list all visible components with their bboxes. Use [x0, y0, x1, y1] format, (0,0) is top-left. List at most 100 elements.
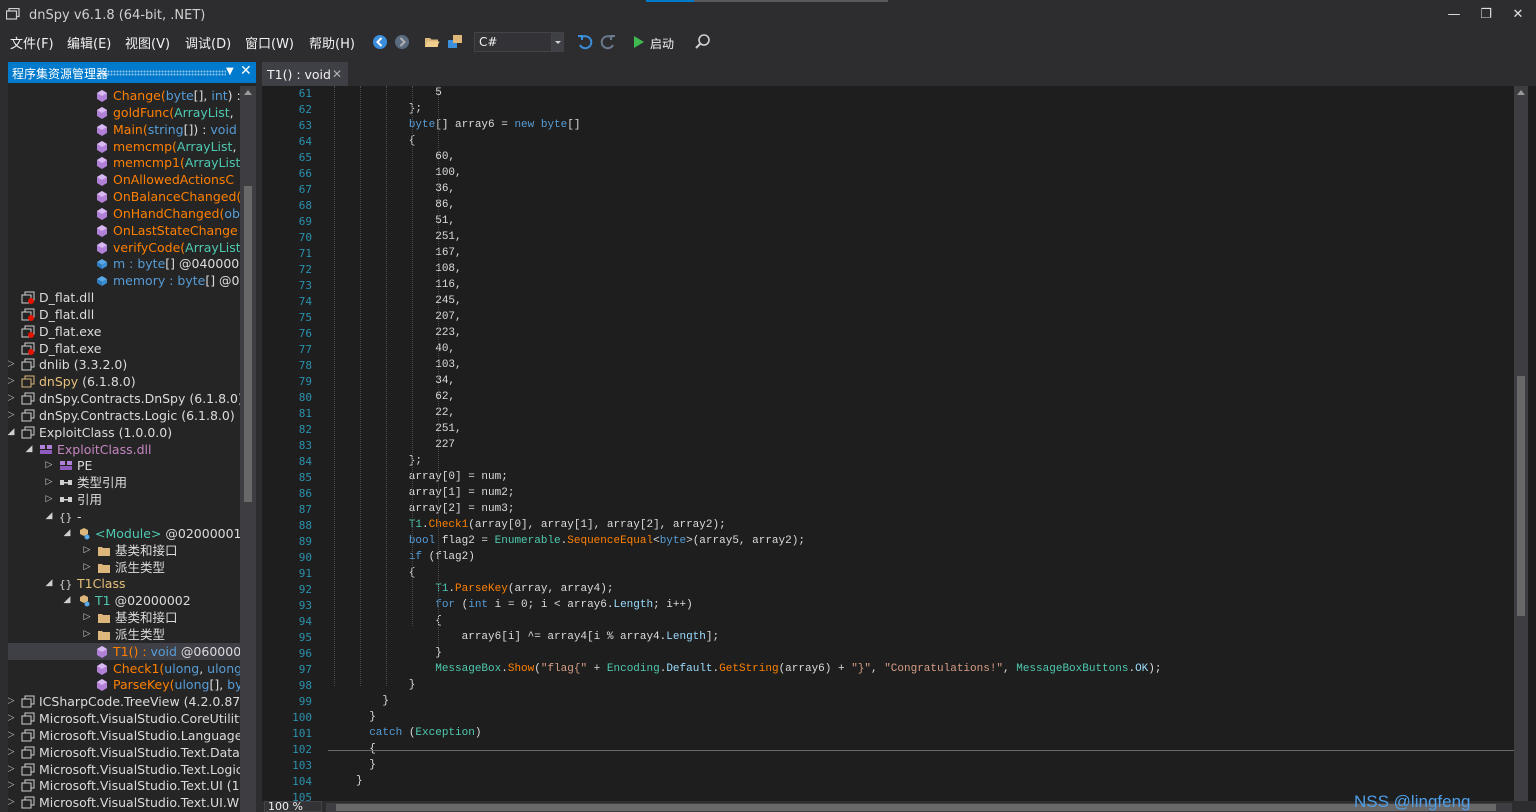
editor-scrollbar[interactable] — [1514, 86, 1528, 801]
search-icon[interactable] — [694, 33, 712, 51]
tree-item[interactable]: ◢ ExploitClass (1.0.0.0) — [8, 424, 242, 441]
tree-item[interactable]: D_flat.dll — [8, 306, 242, 323]
tree-item[interactable]: ▷ 引用 — [8, 491, 242, 508]
code-line[interactable]: 116, — [356, 279, 461, 291]
tree-item[interactable]: ▷ Microsoft.VisualStudio.Language — [8, 727, 242, 744]
code-line[interactable]: 207, — [356, 311, 461, 323]
expand-arrow-icon[interactable]: ▷ — [82, 542, 92, 559]
tree-item[interactable]: ◢ {} - — [8, 508, 242, 525]
collapse-arrow-icon[interactable]: ◢ — [8, 424, 16, 441]
undo-icon[interactable] — [576, 33, 594, 51]
code-line[interactable]: 103, — [356, 359, 461, 371]
tree-item[interactable]: ▷ 派生类型 — [8, 626, 242, 643]
horizontal-scroll-thumb[interactable] — [336, 804, 1496, 811]
code-line[interactable]: if (flag2) — [356, 551, 475, 563]
open-folder-icon[interactable] — [423, 33, 441, 51]
code-line[interactable]: 100, — [356, 167, 461, 179]
tree-item[interactable]: ▷ Microsoft.VisualStudio.Text.UI.W — [8, 794, 242, 811]
close-window-button[interactable]: ✕ — [1508, 5, 1528, 25]
code-line[interactable]: { — [356, 743, 376, 755]
drag-grip[interactable] — [98, 70, 226, 76]
tree-item[interactable]: ▷ 基类和接口 — [8, 609, 242, 626]
tree-item[interactable]: ▷ dnSpy.Contracts.Logic (6.1.8.0) — [8, 407, 242, 424]
code-line[interactable]: bool flag2 = Enumerable.SequenceEqual<by… — [356, 535, 805, 547]
code-editor[interactable]: 61 5 62 }; 63 byte[] array6 = new byte[] 64… — [262, 86, 1536, 801]
tree-item[interactable]: OnAllowedActionsC — [8, 171, 242, 188]
tree-item[interactable]: ▷ dnlib (3.3.2.0) — [8, 356, 242, 373]
tree-item[interactable]: memcmp(ArrayList, — [8, 138, 242, 155]
expand-arrow-icon[interactable]: ▷ — [44, 491, 54, 508]
expand-arrow-icon[interactable]: ▷ — [8, 390, 16, 407]
redo-icon[interactable] — [599, 33, 617, 51]
scroll-up-icon[interactable] — [244, 90, 252, 95]
assembly-tree[interactable]: Change(byte[], int) : goldFunc(ArrayList,… — [8, 87, 242, 812]
expand-arrow-icon[interactable]: ▷ — [8, 761, 16, 778]
tree-item[interactable]: ▷ Microsoft.VisualStudio.CoreUtility — [8, 710, 242, 727]
tab-t1-void[interactable]: T1() : void ✕ — [262, 62, 348, 86]
tree-item[interactable]: ◢ ExploitClass.dll — [8, 441, 242, 458]
code-line[interactable]: 40, — [356, 343, 455, 355]
menu-help[interactable]: 帮助(H) — [309, 33, 355, 52]
code-line[interactable]: 108, — [356, 263, 461, 275]
code-line[interactable]: } — [356, 759, 376, 771]
expand-arrow-icon[interactable]: ▷ — [8, 710, 16, 727]
expand-arrow-icon[interactable]: ▷ — [8, 356, 16, 373]
expand-arrow-icon[interactable]: ▷ — [44, 474, 54, 491]
code-line[interactable]: for (int i = 0; i < array6.Length; i++) — [356, 599, 692, 611]
language-select[interactable]: C# — [474, 32, 564, 52]
tree-item[interactable]: m : byte[] @0400000 — [8, 255, 242, 272]
code-line[interactable]: array6[i] ^= array4[i % array4.Length]; — [356, 631, 719, 643]
code-line[interactable]: MessageBox.Show("flag{" + Encoding.Defau… — [356, 663, 1161, 675]
tree-item[interactable]: ▷ Microsoft.VisualStudio.Text.Logic — [8, 761, 242, 778]
code-line[interactable]: } — [356, 711, 376, 723]
pane-menu-icon[interactable]: ▼ — [226, 66, 234, 77]
code-line[interactable]: 86, — [356, 199, 455, 211]
tree-item[interactable]: OnLastStateChange — [8, 222, 242, 239]
code-line[interactable]: catch (Exception) — [356, 727, 481, 739]
tree-item[interactable]: ▷ Microsoft.VisualStudio.Text.Data — [8, 744, 242, 761]
tree-item[interactable]: ▷ ICSharpCode.TreeView (4.2.0.875 — [8, 693, 242, 710]
code-line[interactable]: } — [356, 695, 389, 707]
start-button[interactable]: 启动 — [650, 35, 674, 52]
menu-edit[interactable]: 编辑(E) — [67, 33, 111, 52]
editor-scroll-thumb[interactable] — [1517, 376, 1525, 616]
tree-item[interactable]: Change(byte[], int) : — [8, 87, 242, 104]
tree-item[interactable]: ▷ dnSpy.Contracts.DnSpy (6.1.8.0) — [8, 390, 242, 407]
code-line[interactable]: 251, — [356, 231, 461, 243]
tree-item[interactable]: ▷ 类型引用 — [8, 474, 242, 491]
collapse-arrow-icon[interactable]: ◢ — [24, 441, 34, 458]
tab-close-icon[interactable]: ✕ — [332, 67, 342, 81]
tree-item[interactable]: ▷ dnSpy (6.1.8.0) — [8, 373, 242, 390]
scroll-up-icon[interactable] — [1517, 90, 1525, 95]
expand-arrow-icon[interactable]: ▷ — [82, 559, 92, 576]
expand-arrow-icon[interactable]: ▷ — [82, 626, 92, 643]
code-line[interactable]: 60, — [356, 151, 455, 163]
collapse-arrow-icon[interactable]: ◢ — [44, 508, 54, 525]
tree-item[interactable]: ParseKey(ulong[], by — [8, 676, 242, 693]
tree-item[interactable]: memory : byte[] @04 — [8, 272, 242, 289]
collapse-arrow-icon[interactable]: ◢ — [44, 575, 54, 592]
code-line[interactable]: 245, — [356, 295, 461, 307]
tree-item[interactable]: Check1(ulong, ulong — [8, 660, 242, 677]
chevron-down-icon[interactable] — [551, 33, 563, 51]
code-line[interactable]: T1.ParseKey(array, array4); — [356, 583, 613, 595]
code-line[interactable]: 227 — [356, 439, 455, 451]
play-icon[interactable] — [630, 33, 648, 51]
expand-arrow-icon[interactable]: ▷ — [8, 777, 16, 794]
menu-view[interactable]: 视图(V) — [125, 33, 170, 52]
expand-arrow-icon[interactable]: ▷ — [8, 373, 16, 390]
tree-item[interactable]: goldFunc(ArrayList, — [8, 104, 242, 121]
code-line[interactable]: array[0] = num; — [356, 471, 508, 483]
tree-scrollbar[interactable] — [240, 86, 256, 812]
tree-scroll-thumb[interactable] — [244, 186, 252, 502]
code-line[interactable]: 62, — [356, 391, 455, 403]
tree-item[interactable]: memcmp1(ArrayList — [8, 154, 242, 171]
tree-item[interactable]: ▷ PE — [8, 457, 242, 474]
code-line[interactable]: 22, — [356, 407, 455, 419]
menu-file[interactable]: 文件(F) — [10, 33, 54, 52]
code-line[interactable]: array[2] = num3; — [356, 503, 515, 515]
tree-item[interactable]: ▷ 基类和接口 — [8, 542, 242, 559]
code-line[interactable]: byte[] array6 = new byte[] — [356, 119, 581, 131]
tree-item[interactable]: ◢ <Module> @02000001 — [8, 525, 242, 542]
menu-window[interactable]: 窗口(W) — [245, 33, 294, 52]
